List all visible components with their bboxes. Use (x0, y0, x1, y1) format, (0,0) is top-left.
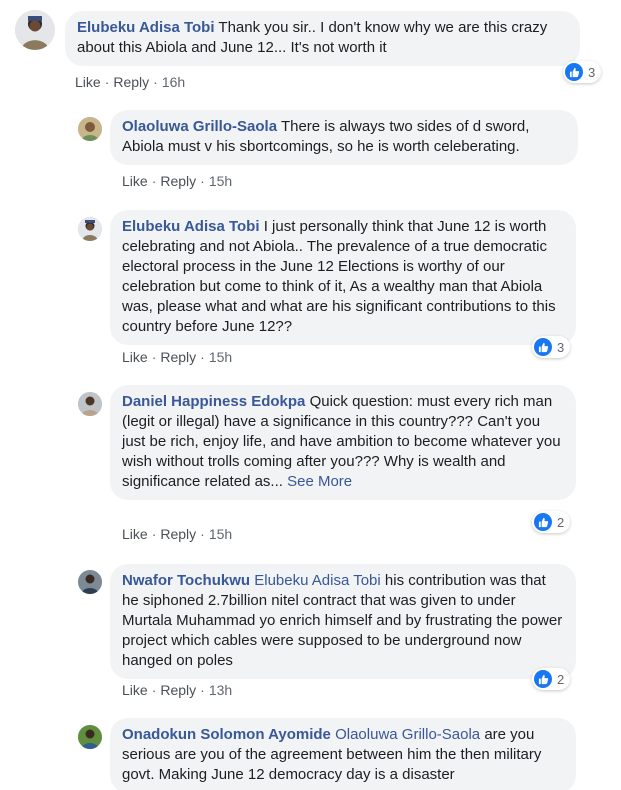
mention-link[interactable]: Elubeku Adisa Tobi (254, 572, 380, 589)
comment-author[interactable]: Elubeku Adisa Tobi (122, 218, 260, 235)
reaction-number: 2 (557, 671, 565, 687)
avatar[interactable] (15, 10, 55, 50)
mention-link[interactable]: Olaoluwa Grillo-Saola (335, 726, 480, 743)
comment-timestamp[interactable]: 15h (209, 173, 232, 189)
separator-dot: · (200, 682, 205, 698)
comment-actions: Like · Reply · 15h (122, 172, 232, 190)
comment-actions: Like · Reply · 15h (122, 525, 232, 543)
comment-actions: Like · Reply · 16h (75, 73, 185, 91)
separator-dot: · (200, 173, 205, 189)
comment-timestamp[interactable]: 15h (209, 349, 232, 365)
reaction-count[interactable]: 3 (532, 336, 571, 358)
like-link[interactable]: Like (122, 173, 148, 189)
comment-bubble: Olaoluwa Grillo-Saola There is always tw… (110, 110, 578, 165)
comment-timestamp[interactable]: 13h (209, 682, 232, 698)
avatar[interactable] (78, 570, 102, 594)
comment-reply: Olaoluwa Grillo-Saola There is always tw… (0, 105, 621, 200)
comment-actions: Like · Reply · 15h (122, 348, 232, 366)
comment-reply: Elubeku Adisa Tobi I just personally thi… (0, 205, 621, 375)
reaction-count[interactable]: 3 (563, 61, 602, 83)
reply-link[interactable]: Reply (160, 682, 196, 698)
like-thumb-icon (534, 338, 552, 356)
reaction-number: 3 (588, 64, 596, 80)
avatar[interactable] (78, 392, 102, 416)
separator-dot: · (200, 349, 205, 365)
reaction-count[interactable]: 2 (532, 511, 571, 533)
reaction-count[interactable]: 2 (532, 668, 571, 690)
comment-author[interactable]: Nwafor Tochukwu (122, 572, 250, 589)
like-link[interactable]: Like (122, 349, 148, 365)
separator-dot: · (151, 682, 157, 698)
reaction-number: 3 (557, 339, 565, 355)
comment: Elubeku Adisa Tobi Thank you sir.. I don… (0, 0, 621, 100)
like-link[interactable]: Like (122, 682, 148, 698)
separator-dot: · (104, 74, 110, 90)
like-thumb-icon (534, 670, 552, 688)
comment-reply: Nwafor Tochukwu Elubeku Adisa Tobi his c… (0, 560, 621, 710)
separator-dot: · (200, 526, 205, 542)
comment-text: I just personally think that June 12 is … (122, 218, 556, 335)
comment-bubble: Daniel Happiness Edokpa Quick question: … (110, 385, 576, 500)
separator-dot: · (151, 173, 157, 189)
separator-dot: · (151, 526, 157, 542)
like-thumb-icon (534, 513, 552, 531)
comment-timestamp[interactable]: 16h (162, 74, 185, 90)
comment-author[interactable]: Onadokun Solomon Ayomide (122, 726, 331, 743)
like-link[interactable]: Like (122, 526, 148, 542)
comment-actions: Like · Reply · 13h (122, 681, 232, 699)
comment-timestamp[interactable]: 15h (209, 526, 232, 542)
avatar[interactable] (78, 217, 102, 241)
comment-author[interactable]: Elubeku Adisa Tobi (77, 19, 215, 36)
separator-dot: · (151, 349, 157, 365)
comment-author[interactable]: Daniel Happiness Edokpa (122, 393, 305, 410)
comment-bubble: Elubeku Adisa Tobi Thank you sir.. I don… (65, 11, 580, 66)
avatar[interactable] (78, 725, 102, 749)
reply-link[interactable]: Reply (160, 173, 196, 189)
comment-author[interactable]: Olaoluwa Grillo-Saola (122, 118, 277, 135)
avatar[interactable] (78, 117, 102, 141)
comment-bubble: Elubeku Adisa Tobi I just personally thi… (110, 210, 576, 345)
separator-dot: · (153, 74, 158, 90)
reply-link[interactable]: Reply (160, 526, 196, 542)
see-more-link[interactable]: See More (287, 473, 352, 490)
comment-reply: Daniel Happiness Edokpa Quick question: … (0, 380, 621, 555)
reply-link[interactable]: Reply (113, 74, 149, 90)
comment-reply: Onadokun Solomon Ayomide Olaoluwa Grillo… (0, 715, 621, 790)
comment-bubble: Nwafor Tochukwu Elubeku Adisa Tobi his c… (110, 564, 576, 679)
reply-link[interactable]: Reply (160, 349, 196, 365)
comment-bubble: Onadokun Solomon Ayomide Olaoluwa Grillo… (110, 718, 576, 790)
like-link[interactable]: Like (75, 74, 101, 90)
reaction-number: 2 (557, 514, 565, 530)
like-thumb-icon (565, 63, 583, 81)
